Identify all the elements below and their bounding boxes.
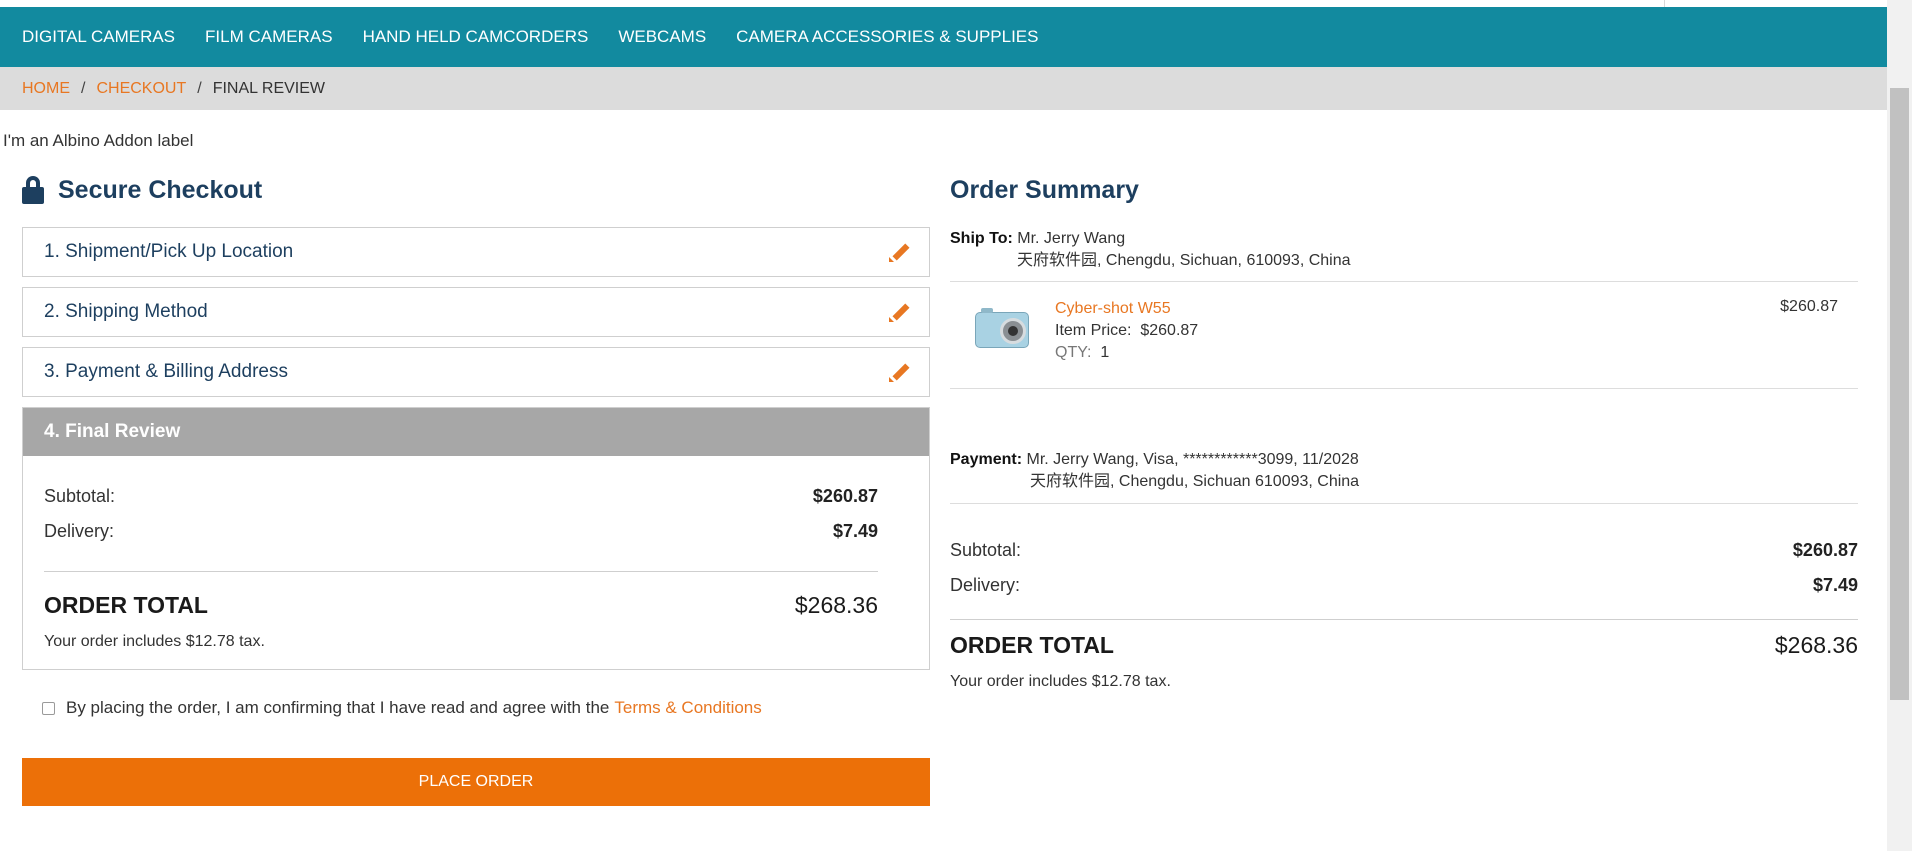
order-summary-panel: Order Summary Ship To: Mr. Jerry Wang 天府…: [950, 170, 1858, 690]
delivery-value: $7.49: [832, 521, 878, 541]
ship-to-label: Ship To:: [950, 230, 1013, 247]
subtotal-value: $260.87: [1792, 540, 1858, 560]
nav-item-digital-cameras[interactable]: DIGITAL CAMERAS: [22, 27, 175, 47]
lock-icon: [22, 176, 44, 204]
secure-checkout-panel: Secure Checkout 1. Shipment/Pick Up Loca…: [22, 170, 930, 806]
top-strip: [0, 0, 1887, 7]
breadcrumb: HOME / CHECKOUT / FINAL REVIEW: [0, 67, 1887, 110]
breadcrumb-current: FINAL REVIEW: [212, 79, 325, 97]
secure-checkout-title: Secure Checkout: [58, 175, 263, 204]
subtotal-label: Subtotal:: [44, 486, 116, 506]
totals-divider: [950, 619, 1858, 620]
item-price-value: $260.87: [1140, 322, 1199, 339]
page-scrollbar[interactable]: [1887, 0, 1912, 851]
payment-card-line: Mr. Jerry Wang, Visa, ************3099, …: [1026, 451, 1359, 468]
order-total-label: ORDER TOTAL: [950, 632, 1114, 658]
step-payment-billing[interactable]: 3. Payment & Billing Address: [22, 347, 930, 397]
order-total-value: $268.36: [1774, 632, 1858, 658]
order-total-label: ORDER TOTAL: [44, 592, 208, 618]
nav-item-webcams[interactable]: WEBCAMS: [618, 27, 706, 47]
order-total-value: $268.36: [794, 592, 878, 618]
terms-checkbox[interactable]: [42, 701, 55, 715]
summary-divider: [950, 281, 1858, 282]
payment-block: Payment: Mr. Jerry Wang, Visa, *********…: [950, 449, 1359, 493]
summary-order-total-row: ORDER TOTAL $268.36: [950, 632, 1858, 659]
edit-pencil-icon[interactable]: [889, 301, 911, 323]
nav-item-hand-held-camcorders[interactable]: HAND HELD CAMCORDERS: [363, 27, 589, 47]
qty-value: 1: [1100, 344, 1110, 361]
tax-note: Your order includes $12.78 tax.: [44, 633, 265, 650]
final-review-header: 4. Final Review: [23, 408, 929, 456]
nav-item-camera-accessories[interactable]: CAMERA ACCESSORIES & SUPPLIES: [736, 27, 1038, 47]
ship-to-name: Mr. Jerry Wang: [1017, 230, 1126, 247]
breadcrumb-checkout[interactable]: CHECKOUT: [96, 80, 186, 98]
secure-checkout-header: Secure Checkout: [22, 170, 930, 210]
ship-to-address: 天府软件园, Chengdu, Sichuan, 610093, China: [1017, 252, 1351, 269]
edit-pencil-icon[interactable]: [889, 361, 911, 383]
final-delivery-row: Delivery: $7.49: [44, 521, 878, 542]
top-divider: [1664, 0, 1665, 7]
step-shipping-method[interactable]: 2. Shipping Method: [22, 287, 930, 337]
summary-divider: [950, 388, 1858, 389]
final-order-total-row: ORDER TOTAL $268.36: [44, 592, 878, 619]
addon-label: I'm an Albino Addon label: [3, 131, 194, 150]
delivery-value: $7.49: [1812, 575, 1858, 595]
terms-agreement: By placing the order, I am confirming th…: [42, 698, 762, 718]
delivery-label: Delivery:: [950, 575, 1021, 595]
summary-subtotal-row: Subtotal: $260.87: [950, 540, 1858, 561]
edit-pencil-icon[interactable]: [889, 241, 911, 263]
ship-to-block: Ship To: Mr. Jerry Wang 天府软件园, Chengdu, …: [950, 228, 1351, 272]
scrollbar-thumb[interactable]: [1890, 88, 1909, 700]
nav-item-film-cameras[interactable]: FILM CAMERAS: [205, 27, 333, 47]
step-final-review: 4. Final Review Subtotal: $260.87 Deliver…: [22, 407, 930, 670]
delivery-label: Delivery:: [44, 521, 115, 541]
terms-link[interactable]: Terms & Conditions: [614, 698, 761, 718]
totals-divider: [44, 571, 878, 572]
breadcrumb-separator: /: [197, 79, 202, 97]
line-item-info: Cyber-shot W55 Item Price: $260.87 QTY: …: [1055, 298, 1198, 364]
step-label: 2. Shipping Method: [44, 301, 208, 322]
summary-delivery-row: Delivery: $7.49: [950, 575, 1858, 596]
category-nav: DIGITAL CAMERAS FILM CAMERAS HAND HELD C…: [0, 7, 1887, 67]
qty-label: QTY:: [1055, 344, 1092, 361]
final-subtotal-row: Subtotal: $260.87: [44, 486, 878, 507]
order-line-item: Cyber-shot W55 Item Price: $260.87 QTY: …: [950, 298, 1858, 368]
summary-divider: [950, 503, 1858, 504]
step-label: 3. Payment & Billing Address: [44, 361, 288, 382]
step-label: 1. Shipment/Pick Up Location: [44, 241, 294, 262]
tax-note: Your order includes $12.78 tax.: [950, 673, 1171, 690]
product-name-link[interactable]: Cyber-shot W55: [1055, 298, 1198, 320]
camera-thumbnail: [975, 304, 1029, 350]
order-summary-title: Order Summary: [950, 175, 1139, 204]
item-price-label: Item Price:: [1055, 322, 1132, 339]
breadcrumb-home[interactable]: HOME: [22, 80, 70, 98]
payment-label: Payment:: [950, 451, 1023, 468]
subtotal-value: $260.87: [812, 486, 878, 506]
terms-text: By placing the order, I am confirming th…: [66, 698, 610, 717]
subtotal-label: Subtotal:: [950, 540, 1022, 560]
line-item-total: $260.87: [1780, 298, 1838, 315]
step-shipment-location[interactable]: 1. Shipment/Pick Up Location: [22, 227, 930, 277]
breadcrumb-separator: /: [81, 79, 86, 97]
payment-address: 天府软件园, Chengdu, Sichuan 610093, China: [1030, 473, 1360, 490]
place-order-button[interactable]: PLACE ORDER: [22, 758, 930, 806]
